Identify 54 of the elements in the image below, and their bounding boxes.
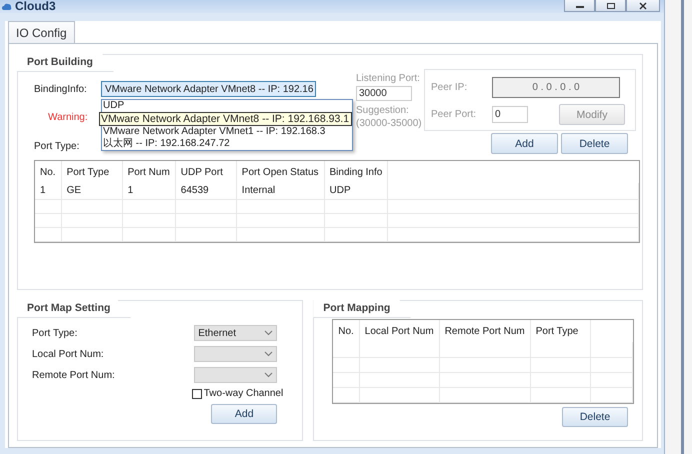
group-title: Port Map Setting bbox=[17, 300, 132, 318]
combo-box[interactable]: Ethernet bbox=[194, 325, 278, 341]
group-title: Port Building bbox=[17, 54, 114, 72]
close-button[interactable] bbox=[626, 0, 660, 12]
caret-icon bbox=[264, 351, 274, 357]
table-cell: 1 bbox=[122, 183, 176, 199]
suggestion-label: Suggestion: bbox=[356, 105, 410, 116]
dropdown-option[interactable]: UDP bbox=[102, 100, 352, 112]
caret-icon bbox=[264, 330, 274, 336]
cloud-icon bbox=[2, 2, 12, 11]
table-cell: 1 bbox=[35, 183, 62, 199]
peer-port-label: Peer Port: bbox=[431, 109, 478, 120]
action-button[interactable]: Delete bbox=[561, 133, 628, 154]
action-button[interactable]: Add bbox=[491, 133, 558, 154]
listening-port-field[interactable]: 30000 bbox=[356, 86, 412, 101]
dropdown-option[interactable]: 以太网 -- IP: 192.168.247.72 bbox=[102, 138, 352, 150]
column-header: Local Port Num bbox=[359, 320, 440, 342]
column-header: Port Open Status bbox=[236, 161, 324, 183]
delete-button[interactable]: Delete bbox=[562, 406, 628, 426]
binding-select[interactable]: VMware Network Adapter VMnet8 -- IP: 192.16 bbox=[101, 81, 316, 97]
field-label: Port Type: bbox=[32, 326, 78, 340]
column-header: No. bbox=[35, 161, 62, 183]
add-button[interactable]: Add bbox=[211, 404, 278, 424]
peer-ip-label: Peer IP: bbox=[431, 82, 468, 93]
table-cell: UDP bbox=[324, 183, 388, 199]
tooltip: VMware Network Adapter VMnet8 -- IP: 192.168.93.1 bbox=[99, 112, 352, 126]
two-way-checkbox[interactable]: Two-way Channel bbox=[192, 388, 284, 399]
column-header: Remote Port Num bbox=[439, 320, 530, 342]
listening-port-label: Listening Port: bbox=[356, 73, 421, 84]
close-icon bbox=[638, 2, 648, 10]
column-header: Binding Info bbox=[324, 161, 388, 183]
field-label: Local Port Num: bbox=[32, 348, 104, 360]
minimize-button[interactable] bbox=[564, 0, 595, 12]
column-header: No. bbox=[333, 320, 360, 342]
caret-icon bbox=[264, 372, 274, 378]
column-header: Port Type bbox=[530, 320, 590, 342]
peer-port-field[interactable]: 0 bbox=[492, 106, 528, 123]
table-cell: 64539 bbox=[175, 183, 236, 199]
ip-field[interactable]: 0 . 0 . 0 . 0 bbox=[492, 77, 620, 98]
suggestion-range: (30000-35000) bbox=[356, 118, 423, 129]
column-header: Port Type bbox=[61, 161, 122, 183]
tab[interactable]: IO Config bbox=[8, 21, 75, 43]
field-label: Remote Port Num: bbox=[32, 368, 115, 382]
window-title: Cloud3 bbox=[2, 0, 56, 13]
port-type-label: Port Type: bbox=[34, 140, 80, 152]
column-header: UDP Port bbox=[175, 161, 236, 183]
dropdown-option[interactable]: VMware Network Adapter VMnet1 -- IP: 192.168.3 bbox=[102, 126, 352, 138]
table-cell: GE bbox=[61, 183, 122, 199]
table-cell: Internal bbox=[236, 183, 324, 199]
group-title: Port Mapping bbox=[313, 300, 412, 318]
maximize-button[interactable] bbox=[595, 0, 626, 12]
binding-label: BindingInfo: bbox=[34, 84, 88, 94]
maximize-icon bbox=[606, 2, 616, 10]
column-header: Port Num bbox=[122, 161, 176, 183]
